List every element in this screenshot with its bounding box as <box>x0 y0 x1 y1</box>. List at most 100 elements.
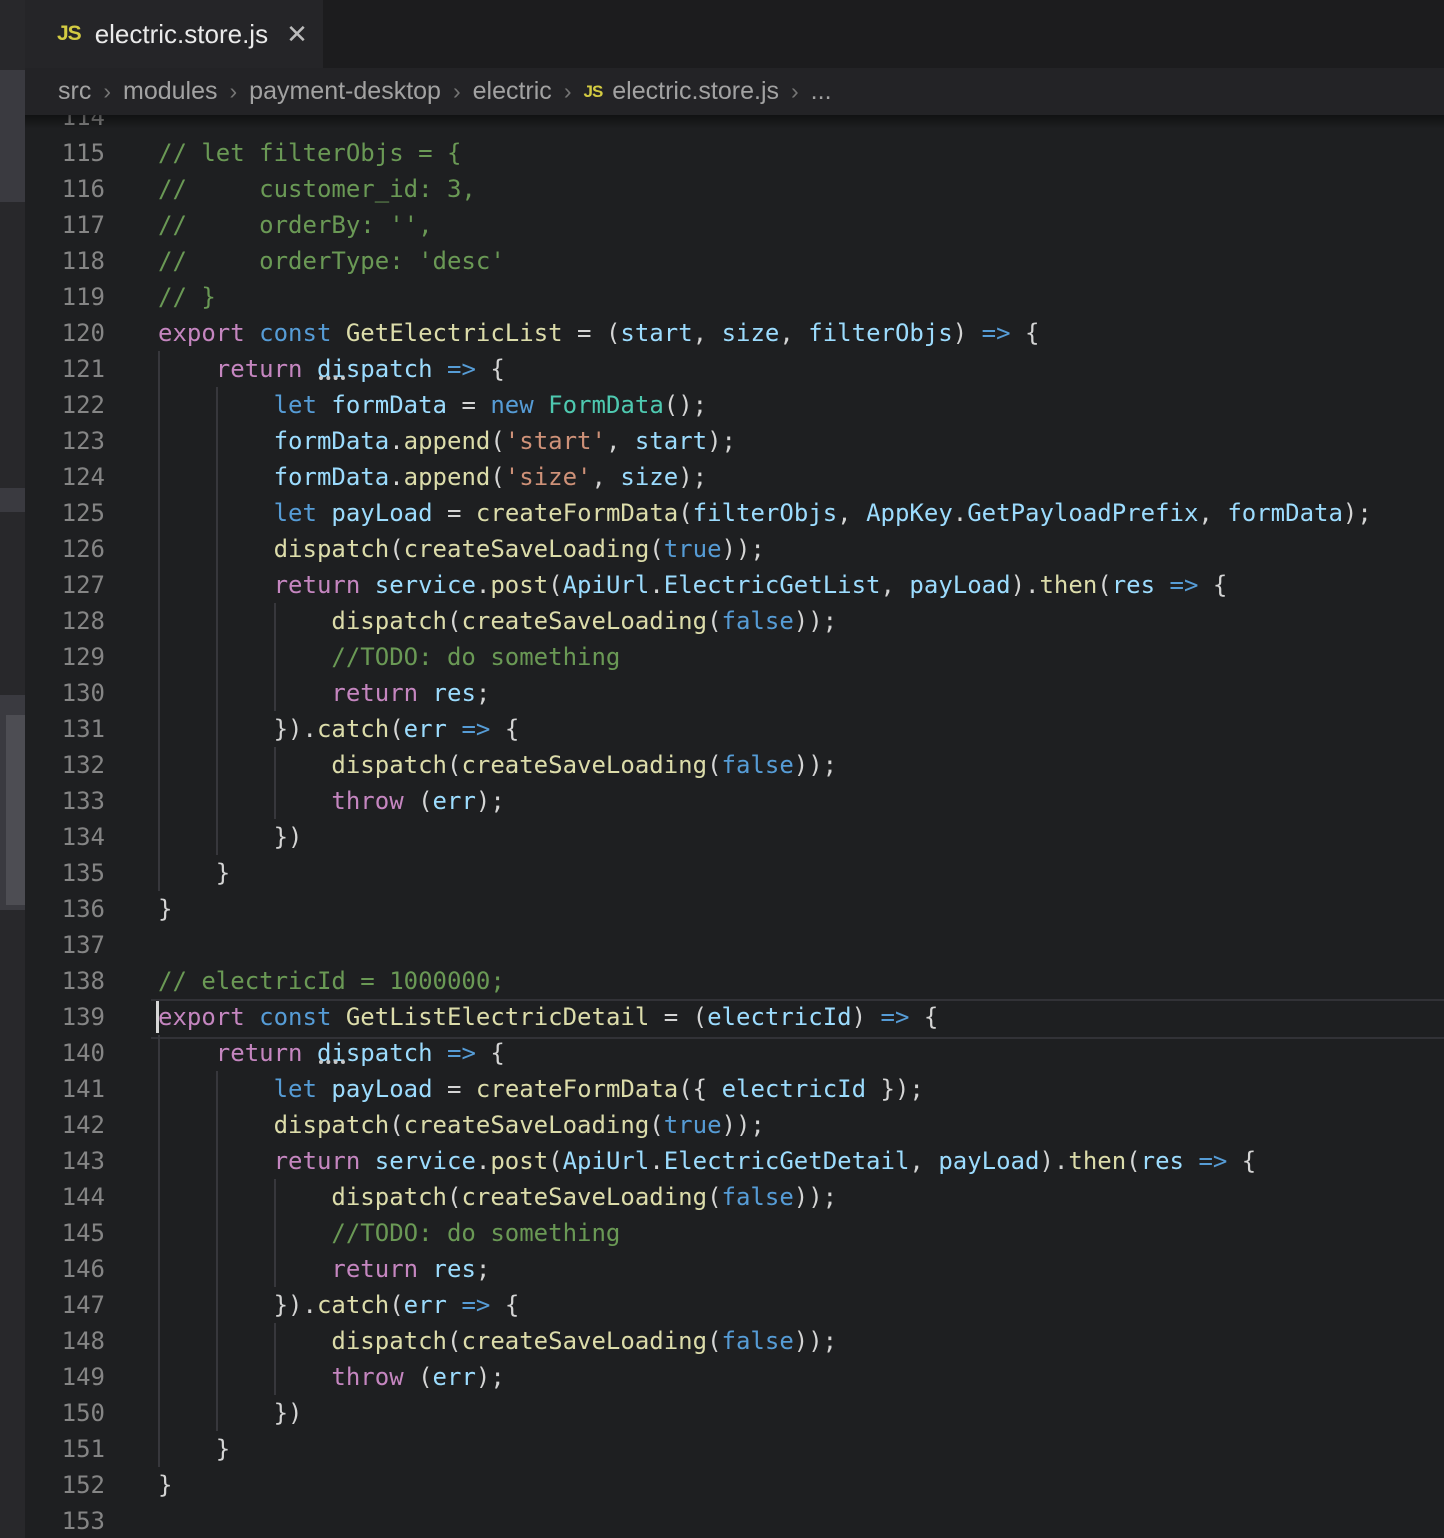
code-line[interactable]: 118// orderType: 'desc' <box>25 243 1444 279</box>
code-line-content: throw (err); <box>105 783 1444 819</box>
code-line[interactable]: 131 }).catch(err => { <box>25 711 1444 747</box>
indent-guide <box>216 1323 218 1359</box>
token-p: , <box>779 319 808 347</box>
code-line[interactable]: 133 throw (err); <box>25 783 1444 819</box>
line-number: 132 <box>25 747 105 783</box>
code-line[interactable]: 141 let payLoad = createFormData({ elect… <box>25 1071 1444 1107</box>
code-line[interactable]: 138// electricId = 1000000; <box>25 963 1444 999</box>
indent-guide <box>216 675 218 711</box>
line-number: 152 <box>25 1467 105 1503</box>
code-line-content: dispatch(createSaveLoading(false)); <box>105 747 1444 783</box>
token-p: . <box>649 571 663 599</box>
token-fn: GetElectricList <box>346 319 563 347</box>
token-v: AppKey <box>866 499 953 527</box>
code-line[interactable]: 153 <box>25 1503 1444 1538</box>
token-p: , <box>1198 499 1227 527</box>
breadcrumb-item-payment-desktop[interactable]: payment-desktop <box>249 77 441 106</box>
code-line[interactable]: 144 dispatch(createSaveLoading(false)); <box>25 1179 1444 1215</box>
code-line[interactable]: 134 }) <box>25 819 1444 855</box>
code-line[interactable]: 139export const GetListElectricDetail = … <box>25 999 1444 1035</box>
breadcrumb-item-file[interactable]: JS electric.store.js <box>583 77 779 106</box>
token-c: //TODO: do something <box>331 1219 620 1247</box>
indent-guide <box>216 1071 218 1107</box>
code-line[interactable]: 119// } <box>25 279 1444 315</box>
token-p: ( <box>389 535 403 563</box>
tab-close-icon[interactable]: ✕ <box>286 21 308 47</box>
breadcrumb-item-src[interactable]: src <box>58 77 91 106</box>
code-line[interactable]: 130 return res; <box>25 675 1444 711</box>
code-line[interactable]: 114 <box>25 115 1444 135</box>
code-line[interactable]: 143 return service.post(ApiUrl.ElectricG… <box>25 1143 1444 1179</box>
token-k2: let <box>274 391 317 419</box>
code-line[interactable]: 149 throw (err); <box>25 1359 1444 1395</box>
token-p: )); <box>794 751 837 779</box>
token-k2: false <box>722 607 794 635</box>
code-line[interactable]: 146 return res; <box>25 1251 1444 1287</box>
code-line[interactable]: 150 }) <box>25 1395 1444 1431</box>
token-p: )); <box>794 1183 837 1211</box>
code-line[interactable]: 127 return service.post(ApiUrl.ElectricG… <box>25 567 1444 603</box>
token-s: 'size' <box>505 463 592 491</box>
indent-guide <box>158 1215 160 1251</box>
token-fn: createFormData <box>476 499 678 527</box>
indent-guide <box>158 783 160 819</box>
breadcrumb-item-electric[interactable]: electric <box>473 77 552 106</box>
token-p: } <box>158 1471 172 1499</box>
chevron-right-icon: › <box>103 78 111 105</box>
code-line[interactable]: 136} <box>25 891 1444 927</box>
code-line[interactable]: 135 } <box>25 855 1444 891</box>
breadcrumb-ellipsis[interactable]: ... <box>811 77 832 106</box>
code-line[interactable]: 125 let payLoad = createFormData(filterO… <box>25 495 1444 531</box>
scrollbar-thumb[interactable] <box>6 715 25 905</box>
code-line[interactable]: 129 //TODO: do something <box>25 639 1444 675</box>
code-line[interactable]: 128 dispatch(createSaveLoading(false)); <box>25 603 1444 639</box>
code-line-content: // orderType: 'desc' <box>105 243 1444 279</box>
token-fn: dispatch <box>331 1327 447 1355</box>
indent-guide <box>158 639 160 675</box>
code-line[interactable]: 117// orderBy: '', <box>25 207 1444 243</box>
code-line[interactable]: 145 //TODO: do something <box>25 1215 1444 1251</box>
token-p: ( <box>404 1363 433 1391</box>
line-number: 120 <box>25 315 105 351</box>
code-line[interactable]: 137 <box>25 927 1444 963</box>
token-p: }) <box>274 823 303 851</box>
panel-highlight-block <box>0 70 25 202</box>
token-p <box>245 319 259 347</box>
breadcrumb-item-modules[interactable]: modules <box>123 77 218 106</box>
code-line[interactable]: 147 }).catch(err => { <box>25 1287 1444 1323</box>
indent-guide <box>216 1143 218 1179</box>
code-line[interactable]: 120export const GetElectricList = (start… <box>25 315 1444 351</box>
code-line[interactable]: 151 } <box>25 1431 1444 1467</box>
code-line[interactable]: 142 dispatch(createSaveLoading(true)); <box>25 1107 1444 1143</box>
line-number: 150 <box>25 1395 105 1431</box>
token-p <box>433 355 447 383</box>
code-line[interactable]: 126 dispatch(createSaveLoading(true)); <box>25 531 1444 567</box>
indent-guide <box>216 783 218 819</box>
code-line-content: dispatch(createSaveLoading(true)); <box>105 531 1444 567</box>
line-number: 143 <box>25 1143 105 1179</box>
code-line[interactable]: 115// let filterObjs = { <box>25 135 1444 171</box>
token-v: payLoad <box>331 1075 432 1103</box>
token-v: electricId <box>707 1003 852 1031</box>
token-fn: append <box>404 463 491 491</box>
code-line-content: } <box>105 1431 1444 1467</box>
code-line-content: // let filterObjs = { <box>105 135 1444 171</box>
line-number: 134 <box>25 819 105 855</box>
code-line-content: dispatch(createSaveLoading(false)); <box>105 1323 1444 1359</box>
code-line[interactable]: 123 formData.append('start', start); <box>25 423 1444 459</box>
indent-guide <box>274 675 276 711</box>
code-line[interactable]: 116// customer_id: 3, <box>25 171 1444 207</box>
code-line[interactable]: 148 dispatch(createSaveLoading(false)); <box>25 1323 1444 1359</box>
code-line[interactable]: 124 formData.append('size', size); <box>25 459 1444 495</box>
code-editor[interactable]: 114115// let filterObjs = {116// custome… <box>25 115 1444 1538</box>
code-line[interactable]: 140 return dispatch => { <box>25 1035 1444 1071</box>
code-line[interactable]: 122 let formData = new FormData(); <box>25 387 1444 423</box>
code-line-content: // customer_id: 3, <box>105 171 1444 207</box>
code-line[interactable]: 152} <box>25 1467 1444 1503</box>
code-line-content: export const GetElectricList = (start, s… <box>105 315 1444 351</box>
code-line[interactable]: 121 return dispatch => { <box>25 351 1444 387</box>
token-p: ; <box>476 679 490 707</box>
code-line[interactable]: 132 dispatch(createSaveLoading(false)); <box>25 747 1444 783</box>
tab-electric-store-js[interactable]: JS electric.store.js ✕ <box>25 0 323 68</box>
token-v: formData <box>274 463 390 491</box>
